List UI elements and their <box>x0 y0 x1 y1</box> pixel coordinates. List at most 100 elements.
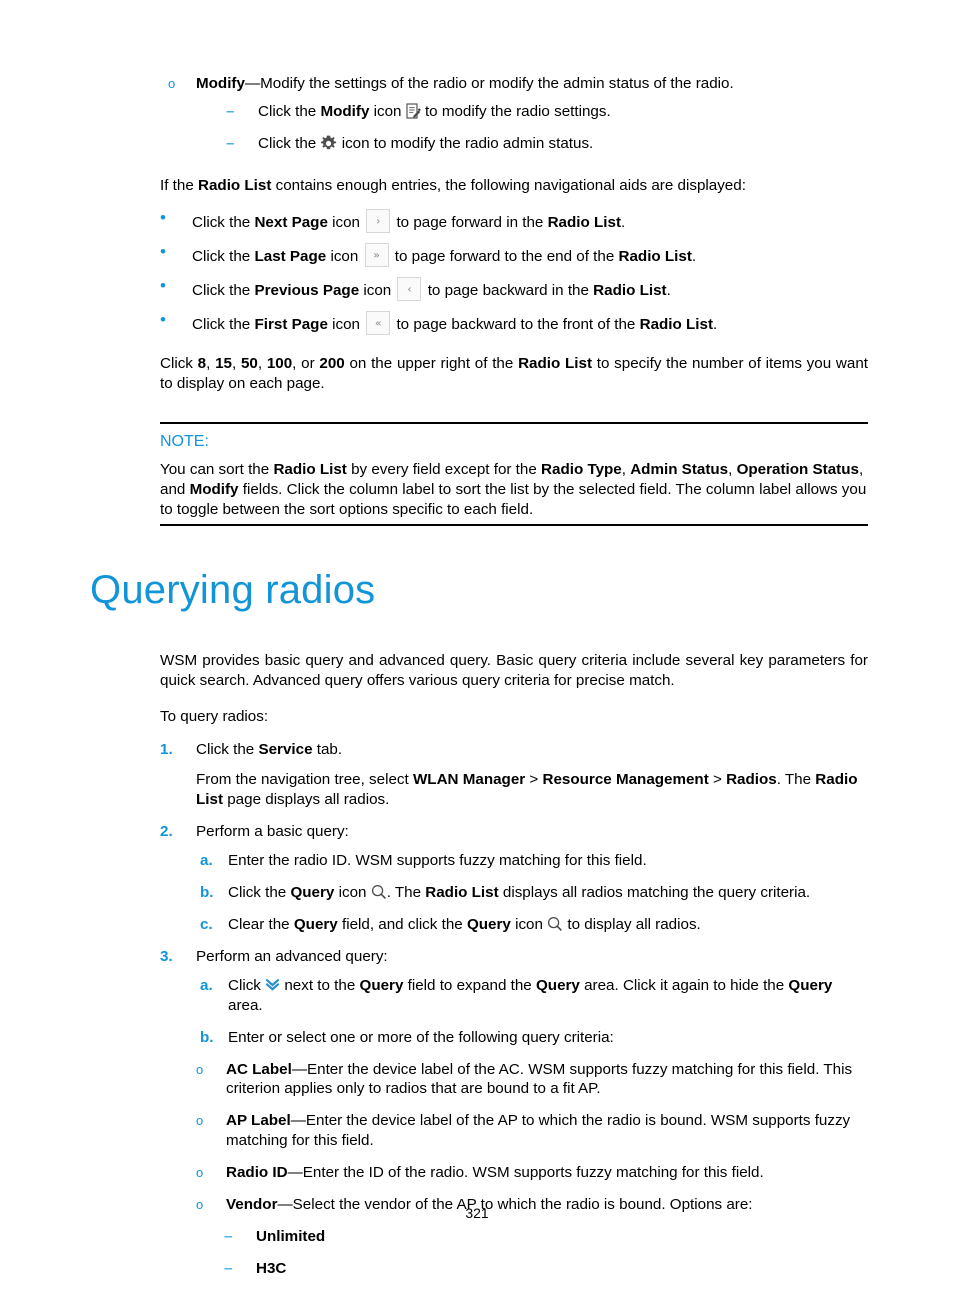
text-post-end: displays all radios matching the query c… <box>498 884 811 902</box>
note-body: You can sort the Radio List by every fie… <box>160 460 868 520</box>
text-mid-2: field to expand the <box>403 977 536 995</box>
first-page-icon[interactable]: « <box>366 311 391 336</box>
bold-query-2: Query <box>535 977 580 995</box>
bold-service: Service <box>258 741 313 759</box>
bold-modify: Modify <box>320 103 370 121</box>
text-post-pre: to page backward to the front of the <box>392 316 640 334</box>
list-item: o AP Label—Enter the device label of the… <box>0 1111 954 1151</box>
list-item: o Radio ID—Enter the ID of the radio. WS… <box>0 1163 954 1183</box>
text-post: page displays all radios. <box>223 790 390 808</box>
substep-3a-text: Click next to the Query field to expand … <box>228 976 868 1016</box>
text-pre: From the navigation tree, select <box>196 771 413 789</box>
page-size-100[interactable]: 100 <box>267 355 292 372</box>
step-1-detail: From the navigation tree, select WLAN Ma… <box>0 770 954 810</box>
text-post-end: . <box>621 214 626 232</box>
bold-operation-status: Operation Status <box>736 460 859 478</box>
criterion-ap-label: AP Label—Enter the device label of the A… <box>226 1111 868 1151</box>
bold-admin-status: Admin Status <box>630 460 729 478</box>
list-item: a. Enter the radio ID. WSM supports fuzz… <box>0 851 954 871</box>
step-3-text: Perform an advanced query: <box>196 947 388 965</box>
text-sep: > <box>708 771 727 789</box>
text-pre: Click the <box>192 316 255 334</box>
modify-description: Modify—Modify the settings of the radio … <box>196 74 868 94</box>
previous-page-icon[interactable]: ‹ <box>397 277 422 302</box>
text-post: tab. <box>312 741 343 759</box>
bold-radio-list: Radio List <box>198 176 272 194</box>
criterion-description: —Enter the device label of the AP to whi… <box>226 1112 851 1149</box>
step-number: 1. <box>160 741 173 759</box>
dot-bullet-marker: • <box>160 208 166 228</box>
double-chevron-down-icon[interactable] <box>265 977 280 992</box>
bold-last-page: Last Page <box>254 248 327 266</box>
dash-bullet-marker: – <box>226 134 235 152</box>
note-block: NOTE: You can sort the Radio List by eve… <box>160 421 868 527</box>
text-mid: next to the <box>280 977 360 995</box>
list-item: – Click the Modify icon to modify the ra… <box>0 102 954 122</box>
dot-bullet-marker: • <box>160 310 166 330</box>
substep-letter: b. <box>200 884 214 902</box>
text-mid: by every field except for the <box>346 460 542 478</box>
bold-previous-page: Previous Page <box>254 282 360 300</box>
page-size-15[interactable]: 15 <box>215 355 232 372</box>
bold-radio-type: Radio Type <box>541 460 622 478</box>
gear-icon[interactable] <box>320 135 337 152</box>
text-post-end: area. <box>228 997 263 1015</box>
text-pre: You can sort the <box>160 460 274 478</box>
dot-bullet-marker: • <box>160 242 166 262</box>
text-post-pre: to page forward in the <box>392 214 548 232</box>
text-sep: , <box>621 460 631 478</box>
gear-icon-instruction: Click the icon to modify the radio admin… <box>258 134 954 154</box>
text-pre: Clear the <box>228 915 294 933</box>
text-mid: icon <box>334 884 371 902</box>
text-pre: Click the <box>196 741 259 759</box>
next-page-icon[interactable]: › <box>366 209 391 234</box>
list-item: • Click the Last Page icon » to page for… <box>0 242 954 268</box>
text-post: contains enough entries, the following n… <box>271 176 746 194</box>
vendor-option-h3c: H3C <box>256 1259 287 1277</box>
circle-bullet-marker: o <box>196 1113 204 1129</box>
edit-document-icon[interactable] <box>406 103 421 119</box>
list-item: a. Click next to the Query field to expa… <box>0 976 954 1016</box>
list-item: – Unlimited <box>0 1227 954 1247</box>
text-sep: > <box>525 771 543 789</box>
bold-next-page: Next Page <box>254 214 328 232</box>
bold-wlan-manager: WLAN Manager <box>412 771 526 789</box>
page-size-8[interactable]: 8 <box>198 355 206 372</box>
bold-radios: Radios <box>726 771 777 789</box>
criterion-description: —Enter the device label of the AC. WSM s… <box>226 1060 853 1098</box>
search-icon[interactable] <box>371 884 387 900</box>
list-item: • Click the Next Page icon › to page for… <box>0 208 954 234</box>
text-pre: Click <box>228 977 266 995</box>
substep-2b-text: Click the Query icon . The Radio List di… <box>228 883 868 903</box>
criterion-term: AP Label <box>226 1112 291 1130</box>
text-mid: on the upper right of the <box>344 355 519 373</box>
text-post-pre: to page backward in the <box>423 282 594 300</box>
page-size-200[interactable]: 200 <box>319 355 344 372</box>
step-2-text: Perform a basic query: <box>196 822 349 840</box>
text-sep: , <box>728 460 737 478</box>
last-page-icon[interactable]: » <box>364 243 389 268</box>
list-item: 2. Perform a basic query: <box>0 822 954 842</box>
text-pre: Click the <box>192 214 255 232</box>
list-item: 1. Click the Service tab. <box>0 740 954 760</box>
bold-radio-list: Radio List <box>518 355 593 373</box>
list-item: – Click the icon to modify the radio adm… <box>0 134 954 154</box>
search-icon[interactable] <box>547 916 563 932</box>
text-pre: Click the <box>258 134 321 152</box>
chevron-double-right-glyph: » <box>373 248 380 262</box>
modify-term: Modify <box>196 75 245 92</box>
page-number: 321 <box>465 1205 489 1221</box>
text-post-end: . <box>713 316 718 334</box>
text-pre: Click the <box>228 884 291 902</box>
chevron-double-left-glyph: « <box>374 316 382 330</box>
page-size-paragraph: Click 8, 15, 50, 100, or 200 on the uppe… <box>160 355 868 393</box>
step-1-text: Click the Service tab. <box>196 740 954 760</box>
text-mid: icon <box>369 103 406 121</box>
substep-letter: a. <box>200 852 213 870</box>
substep-2a-text: Enter the radio ID. WSM supports fuzzy m… <box>228 852 647 870</box>
page-size-50[interactable]: 50 <box>241 355 258 372</box>
circle-bullet-marker: o <box>196 1164 204 1180</box>
text-pre: Click the <box>258 103 321 121</box>
note-label: NOTE: <box>160 432 209 450</box>
bold-radio-list: Radio List <box>273 460 347 478</box>
